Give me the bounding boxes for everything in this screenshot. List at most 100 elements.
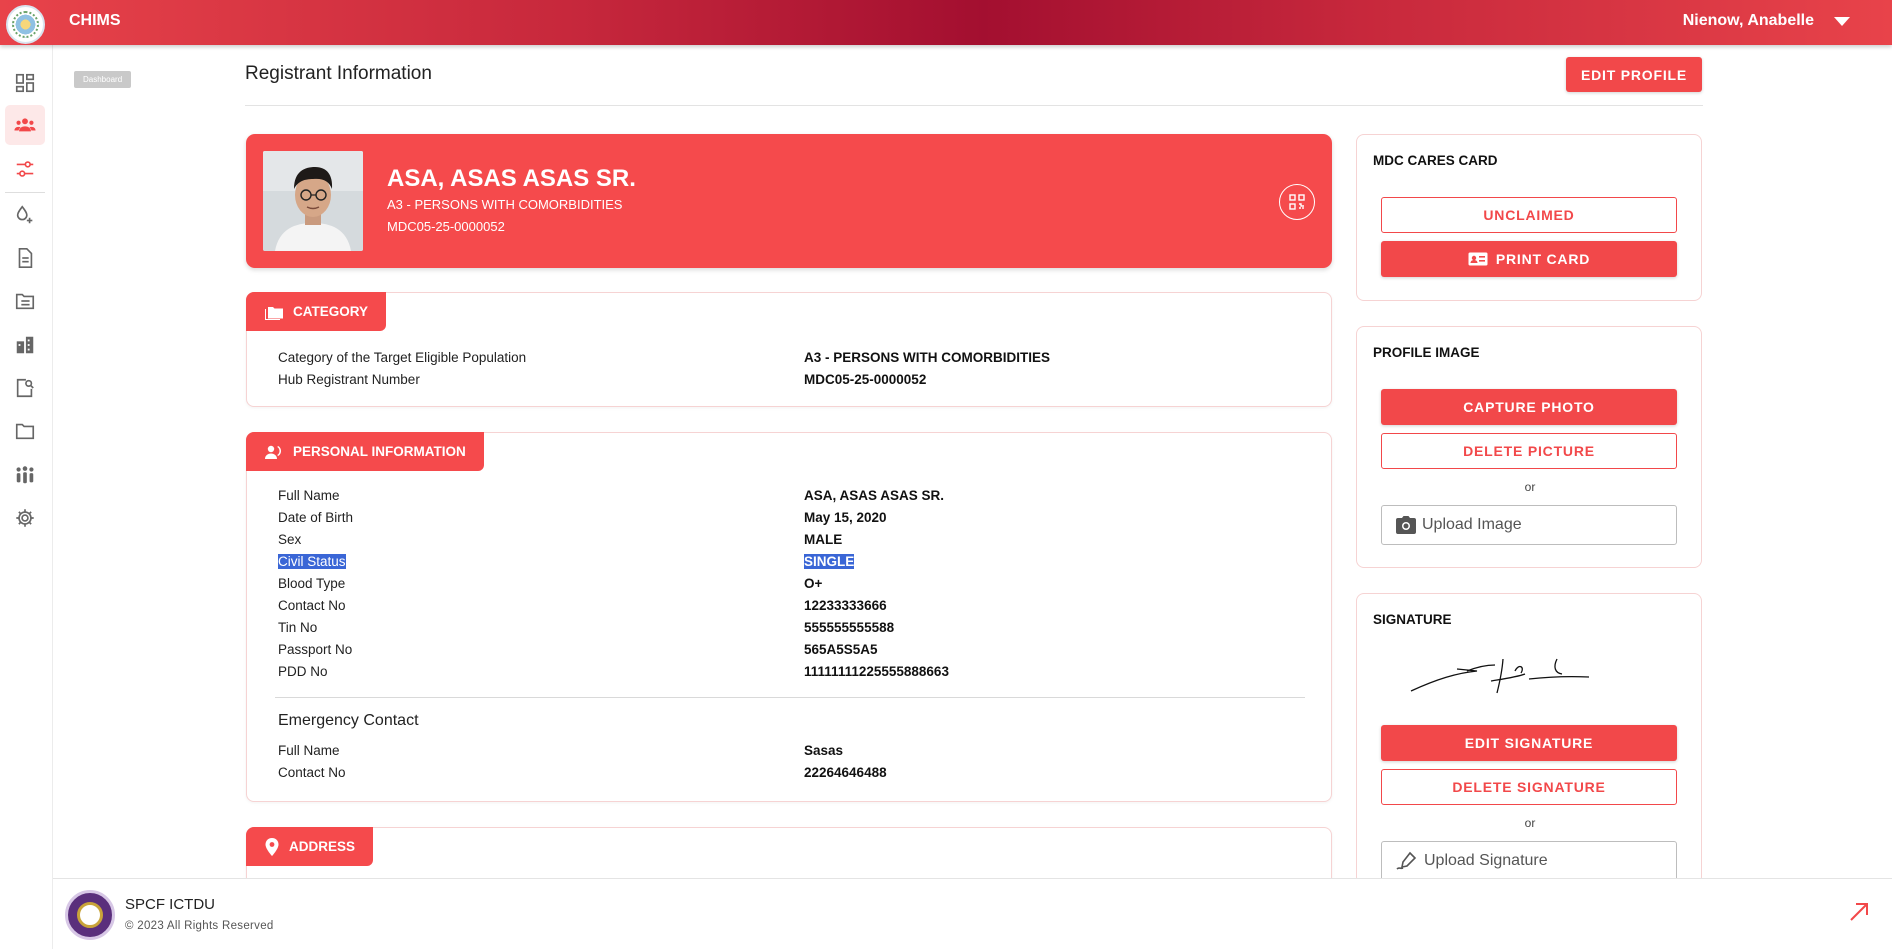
sidebar-item-files[interactable] [5,411,45,451]
sidebar-item-dashboard[interactable] [5,63,45,103]
row-label: PDD No [278,664,328,679]
delete-signature-button[interactable]: DELETE SIGNATURE [1381,769,1677,805]
info-row: Date of Birth May 15, 2020 [278,510,1308,530]
or-separator: or [1524,816,1536,830]
contact-phone-icon [265,445,281,459]
row-value: 565A5S5A5 [804,642,878,657]
search-document-icon [16,378,34,398]
row-value: SINGLE [804,554,855,569]
info-row: Civil Status SINGLE [278,554,1308,574]
signature-panel: SIGNATURE EDIT SIGNATURE DELETE SIGNATUR… [1356,593,1702,885]
info-row: Full Name Sasas [278,743,1308,763]
top-bar: CHIMS Nienow, Anabelle [0,0,1892,45]
building-icon [16,336,34,354]
row-value: 22264646488 [804,765,887,780]
sidebar-item-facilities[interactable] [5,325,45,365]
row-value: MDC05-25-0000052 [804,372,927,387]
organization-logo [65,890,115,940]
people-icon [14,118,36,132]
row-label: Civil Status [278,554,346,569]
card-status-button[interactable]: UNCLAIMED [1381,197,1677,233]
or-separator: or [1524,480,1536,494]
gear-icon [16,509,34,527]
row-label: Full Name [278,743,340,758]
upload-signature-input[interactable]: Upload Signature [1381,841,1677,881]
upload-image-label: Upload Image [1422,516,1522,533]
footer: SPCF ICTDU © 2023 All Rights Reserved [53,878,1892,949]
row-label: Full Name [278,488,340,503]
row-label: Passport No [278,642,353,657]
info-row: Sex MALE [278,532,1308,552]
row-label: Blood Type [278,576,346,591]
dashboard-icon [15,73,35,93]
row-label: Contact No [278,598,346,613]
page-title: Registrant Information [245,63,432,84]
row-label: Category of the Target Eligible Populati… [278,350,527,365]
chevron-down-icon[interactable] [1834,17,1850,26]
location-pin-icon [265,837,279,856]
personal-section-title: PERSONAL INFORMATION [293,444,466,459]
sidebar-divider [5,192,45,193]
print-card-button[interactable]: PRINT CARD [1381,241,1677,277]
profile-banner: ASA, ASAS ASAS SR. A3 - PERSONS WITH COM… [246,134,1332,268]
row-value: 12233333666 [804,598,887,613]
profile-photo [263,151,363,251]
signature-panel-title: SIGNATURE [1373,612,1452,627]
row-value: ASA, ASAS ASAS SR. [804,488,945,503]
signature-image [1410,658,1590,694]
personal-section-tab: PERSONAL INFORMATION [246,432,484,471]
category-section-title: CATEGORY [293,304,369,319]
info-row: Full Name ASA, ASAS ASAS SR. [278,488,1308,508]
row-value: O+ [804,576,823,591]
personal-information-section: PERSONAL INFORMATION Full Name ASA, ASAS… [246,432,1332,802]
user-menu-name[interactable]: Nienow, Anabelle [1683,12,1814,30]
category-section: CATEGORY Category of the Target Eligible… [246,292,1332,407]
info-row: Category of the Target Eligible Populati… [278,350,1308,370]
capture-photo-button[interactable]: CAPTURE PHOTO [1381,389,1677,425]
sidebar-item-vaccines[interactable] [5,195,45,235]
app-logo[interactable] [6,5,45,44]
registrant-category: A3 - PERSONS WITH COMORBIDITIES [387,197,623,212]
edit-signature-button[interactable]: EDIT SIGNATURE [1381,725,1677,761]
drops-icon [16,205,33,224]
title-divider [245,105,1703,106]
info-row: Blood Type O+ [278,576,1308,596]
signature-pen-icon [1396,851,1417,870]
row-label: Hub Registrant Number [278,372,420,387]
row-value: May 15, 2020 [804,510,887,525]
category-section-tab: CATEGORY [246,292,387,331]
sidebar-item-reports[interactable] [5,238,45,278]
edit-profile-button[interactable]: EDIT PROFILE [1566,57,1702,92]
sidebar-item-registrants[interactable] [5,105,45,145]
profile-image-panel: PROFILE IMAGE CAPTURE PHOTO DELETE PICTU… [1356,326,1702,568]
upload-image-input[interactable]: Upload Image [1381,505,1677,545]
sidebar-item-records[interactable] [5,281,45,321]
sidebar-item-settings[interactable] [5,498,45,538]
sidebar-item-search[interactable] [5,368,45,408]
address-section-tab: ADDRESS [246,827,374,866]
sidebar-item-groups[interactable] [5,455,45,495]
document-icon [18,248,33,268]
row-label: Date of Birth [278,510,354,525]
registrant-name: ASA, ASAS ASAS SR. [387,165,636,192]
info-row: Tin No 555555555588 [278,620,1308,640]
folders-icon [265,306,283,320]
row-value: 11111111225555888663 [804,664,949,679]
arrow-up-right-icon[interactable] [1848,901,1870,923]
delete-picture-button[interactable]: DELETE PICTURE [1381,433,1677,469]
id-card-icon [1468,252,1488,266]
sidebar-item-filters[interactable] [5,149,45,189]
qr-code-icon [1289,194,1305,210]
mdc-cares-card-panel: MDC CARES CARD UNCLAIMED PRINT CARD [1356,134,1702,301]
camera-icon [1396,516,1416,534]
info-row: Hub Registrant Number MDC05-25-0000052 [278,372,1308,392]
breadcrumb[interactable]: Dashboard [74,71,132,88]
row-label: Contact No [278,765,346,780]
app-title[interactable]: CHIMS [69,12,121,30]
row-value: MALE [804,532,843,547]
info-row: Passport No 565A5S5A5 [278,642,1308,662]
qr-code-button[interactable] [1279,184,1315,220]
folder-list-icon [15,293,35,310]
sidebar [0,45,53,949]
emergency-contact-title: Emergency Contact [278,712,419,729]
